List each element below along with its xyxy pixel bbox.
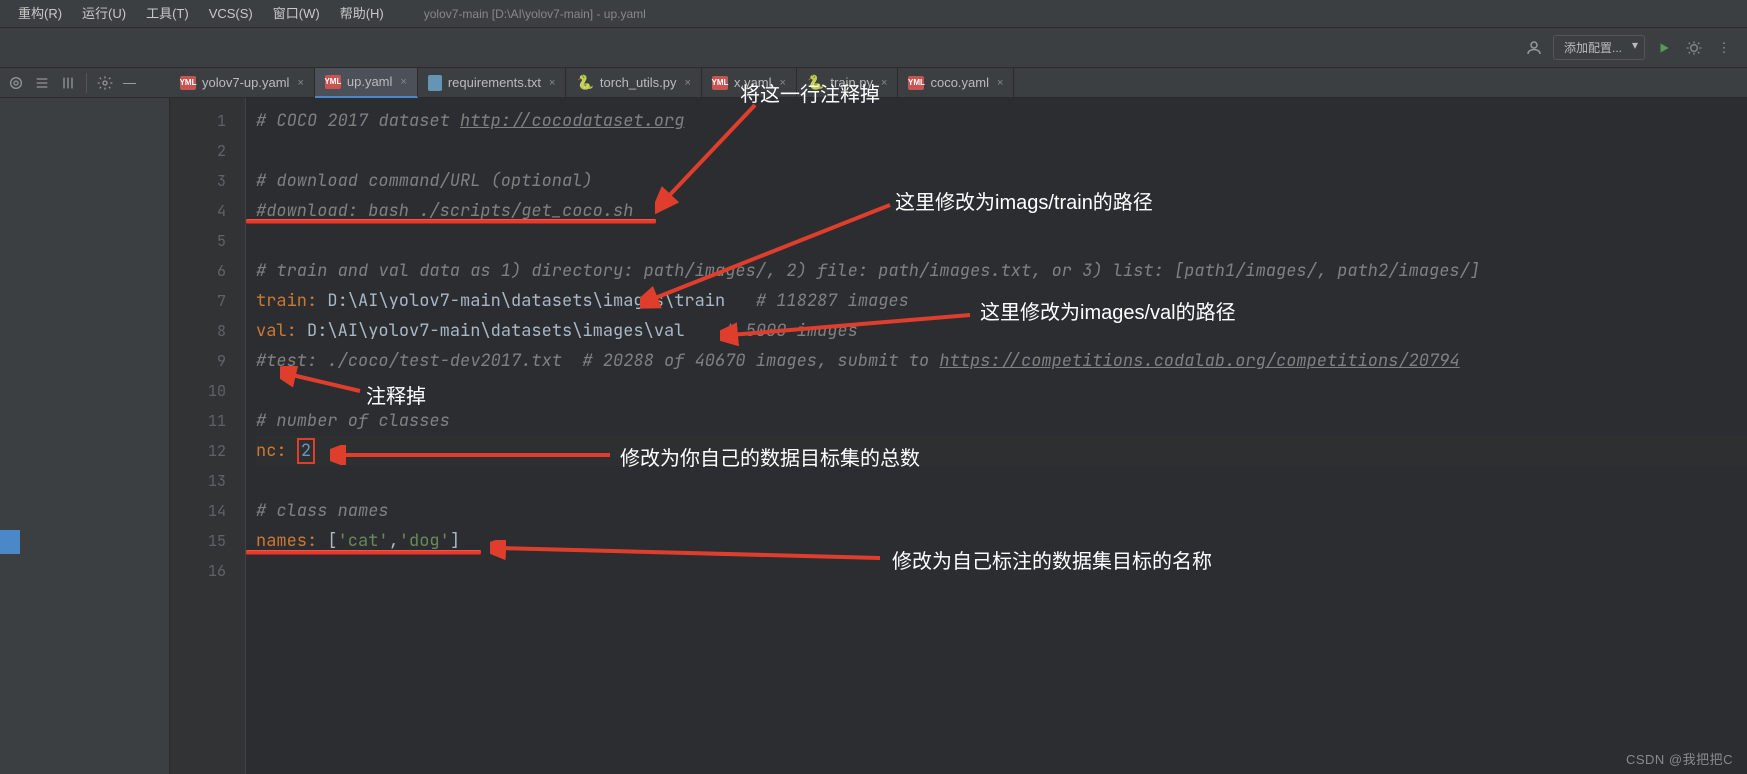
python-icon: 🐍: [807, 74, 824, 91]
editor-tabs: YML yolov7-up.yaml × YML up.yaml × requi…: [170, 68, 1747, 98]
tab-label: torch_utils.py: [600, 75, 677, 90]
menu-bar: 重构(R) 运行(U) 工具(T) VCS(S) 窗口(W) 帮助(H) yol…: [0, 0, 1747, 28]
close-icon[interactable]: ×: [400, 76, 406, 88]
line-number: 1: [170, 106, 226, 136]
run-config-dropdown[interactable]: 添加配置...: [1553, 35, 1645, 60]
editor[interactable]: 12345678910111213141516 # COCO 2017 data…: [170, 98, 1747, 774]
code-line-14: # class names: [256, 496, 1747, 526]
line-number: 7: [170, 286, 226, 316]
code-line-6: # train and val data as 1) directory: pa…: [256, 256, 1747, 286]
tab-label: up.yaml: [347, 74, 393, 89]
line-number: 13: [170, 466, 226, 496]
menu-refactor[interactable]: 重构(R): [8, 0, 72, 28]
line-number-gutter: 12345678910111213141516: [170, 98, 240, 774]
line-number: 15: [170, 526, 226, 556]
close-icon[interactable]: ×: [997, 77, 1003, 89]
code-line-1: # COCO 2017 dataset http://cocodataset.o…: [256, 106, 1747, 136]
close-icon[interactable]: ×: [881, 77, 887, 89]
yml-icon: YML: [325, 75, 341, 89]
line-number: 16: [170, 556, 226, 586]
yml-icon: YML: [712, 76, 728, 90]
expand-icon[interactable]: [60, 75, 76, 91]
underline-l15: [246, 551, 481, 554]
code-line-7: train: D:\AI\yolov7-main\datasets\images…: [256, 286, 1747, 316]
tab-label: yolov7-up.yaml: [202, 75, 289, 90]
menu-run[interactable]: 运行(U): [72, 0, 136, 28]
project-tool-buttons: —: [0, 73, 170, 93]
debug-icon[interactable]: [1683, 37, 1705, 59]
close-icon[interactable]: ×: [685, 77, 691, 89]
target-icon[interactable]: [8, 75, 24, 91]
run-icon[interactable]: [1653, 37, 1675, 59]
line-number: 12: [170, 436, 226, 466]
line-number: 4: [170, 196, 226, 226]
menu-help[interactable]: 帮助(H): [330, 0, 394, 28]
tab-label: x.yaml: [734, 75, 772, 90]
txt-icon: [428, 75, 442, 91]
tab-label: train.py: [830, 75, 873, 90]
close-icon[interactable]: ×: [297, 77, 303, 89]
underline-l4: [246, 220, 656, 223]
project-panel[interactable]: [0, 98, 170, 774]
nav-row: — YML yolov7-up.yaml × YML up.yaml × req…: [0, 68, 1747, 98]
line-number: 5: [170, 226, 226, 256]
code-line-5: [256, 226, 1747, 256]
line-number: 9: [170, 346, 226, 376]
window-title: yolov7-main [D:\AI\yolov7-main] - up.yam…: [424, 7, 646, 21]
yml-icon: YML: [180, 76, 196, 90]
menu-tools[interactable]: 工具(T): [136, 0, 199, 28]
hide-icon[interactable]: —: [123, 75, 136, 90]
yml-icon: YML: [908, 76, 924, 90]
close-icon[interactable]: ×: [780, 77, 786, 89]
tab-up-yaml[interactable]: YML up.yaml ×: [315, 68, 418, 98]
main-area: 12345678910111213141516 # COCO 2017 data…: [0, 98, 1747, 774]
code-line-10: [256, 376, 1747, 406]
user-icon[interactable]: [1523, 37, 1545, 59]
line-number: 14: [170, 496, 226, 526]
more-icon[interactable]: ⋮: [1713, 37, 1735, 59]
tab-train-py[interactable]: 🐍 train.py ×: [797, 68, 899, 98]
tab-x-yaml[interactable]: YML x.yaml ×: [702, 68, 797, 98]
tab-label: coco.yaml: [930, 75, 989, 90]
code-line-16: [256, 556, 1747, 586]
close-icon[interactable]: ×: [549, 77, 555, 89]
line-number: 3: [170, 166, 226, 196]
line-number: 11: [170, 406, 226, 436]
line-number: 10: [170, 376, 226, 406]
line-number: 2: [170, 136, 226, 166]
line-number: 6: [170, 256, 226, 286]
code-line-12: nc: 2: [256, 436, 1747, 466]
python-icon: 🐍: [576, 74, 593, 91]
tab-yolov7-up[interactable]: YML yolov7-up.yaml ×: [170, 68, 315, 98]
collapse-icon[interactable]: [34, 75, 50, 91]
tab-torch-utils[interactable]: 🐍 torch_utils.py ×: [566, 68, 701, 98]
gear-icon[interactable]: [97, 75, 113, 91]
watermark: CSDN @我把把C: [1626, 749, 1733, 768]
code-line-3: # download command/URL (optional): [256, 166, 1747, 196]
project-selection-strip: [0, 530, 20, 554]
tab-coco-yaml[interactable]: YML coco.yaml ×: [898, 68, 1014, 98]
code-line-2: [256, 136, 1747, 166]
tab-label: requirements.txt: [448, 75, 541, 90]
nc-value-highlight: 2: [297, 438, 315, 464]
menu-window[interactable]: 窗口(W): [263, 0, 330, 28]
toolbar: 添加配置... ⋮: [0, 28, 1747, 68]
line-number: 8: [170, 316, 226, 346]
menu-vcs[interactable]: VCS(S): [199, 0, 263, 28]
code-line-8: val: D:\AI\yolov7-main\datasets\images\v…: [256, 316, 1747, 346]
code-line-13: [256, 466, 1747, 496]
code-line-11: # number of classes: [256, 406, 1747, 436]
tab-requirements[interactable]: requirements.txt ×: [418, 68, 567, 98]
code-area[interactable]: # COCO 2017 dataset http://cocodataset.o…: [246, 98, 1747, 774]
code-line-9: #test: ./coco/test-dev2017.txt # 20288 o…: [256, 346, 1747, 376]
